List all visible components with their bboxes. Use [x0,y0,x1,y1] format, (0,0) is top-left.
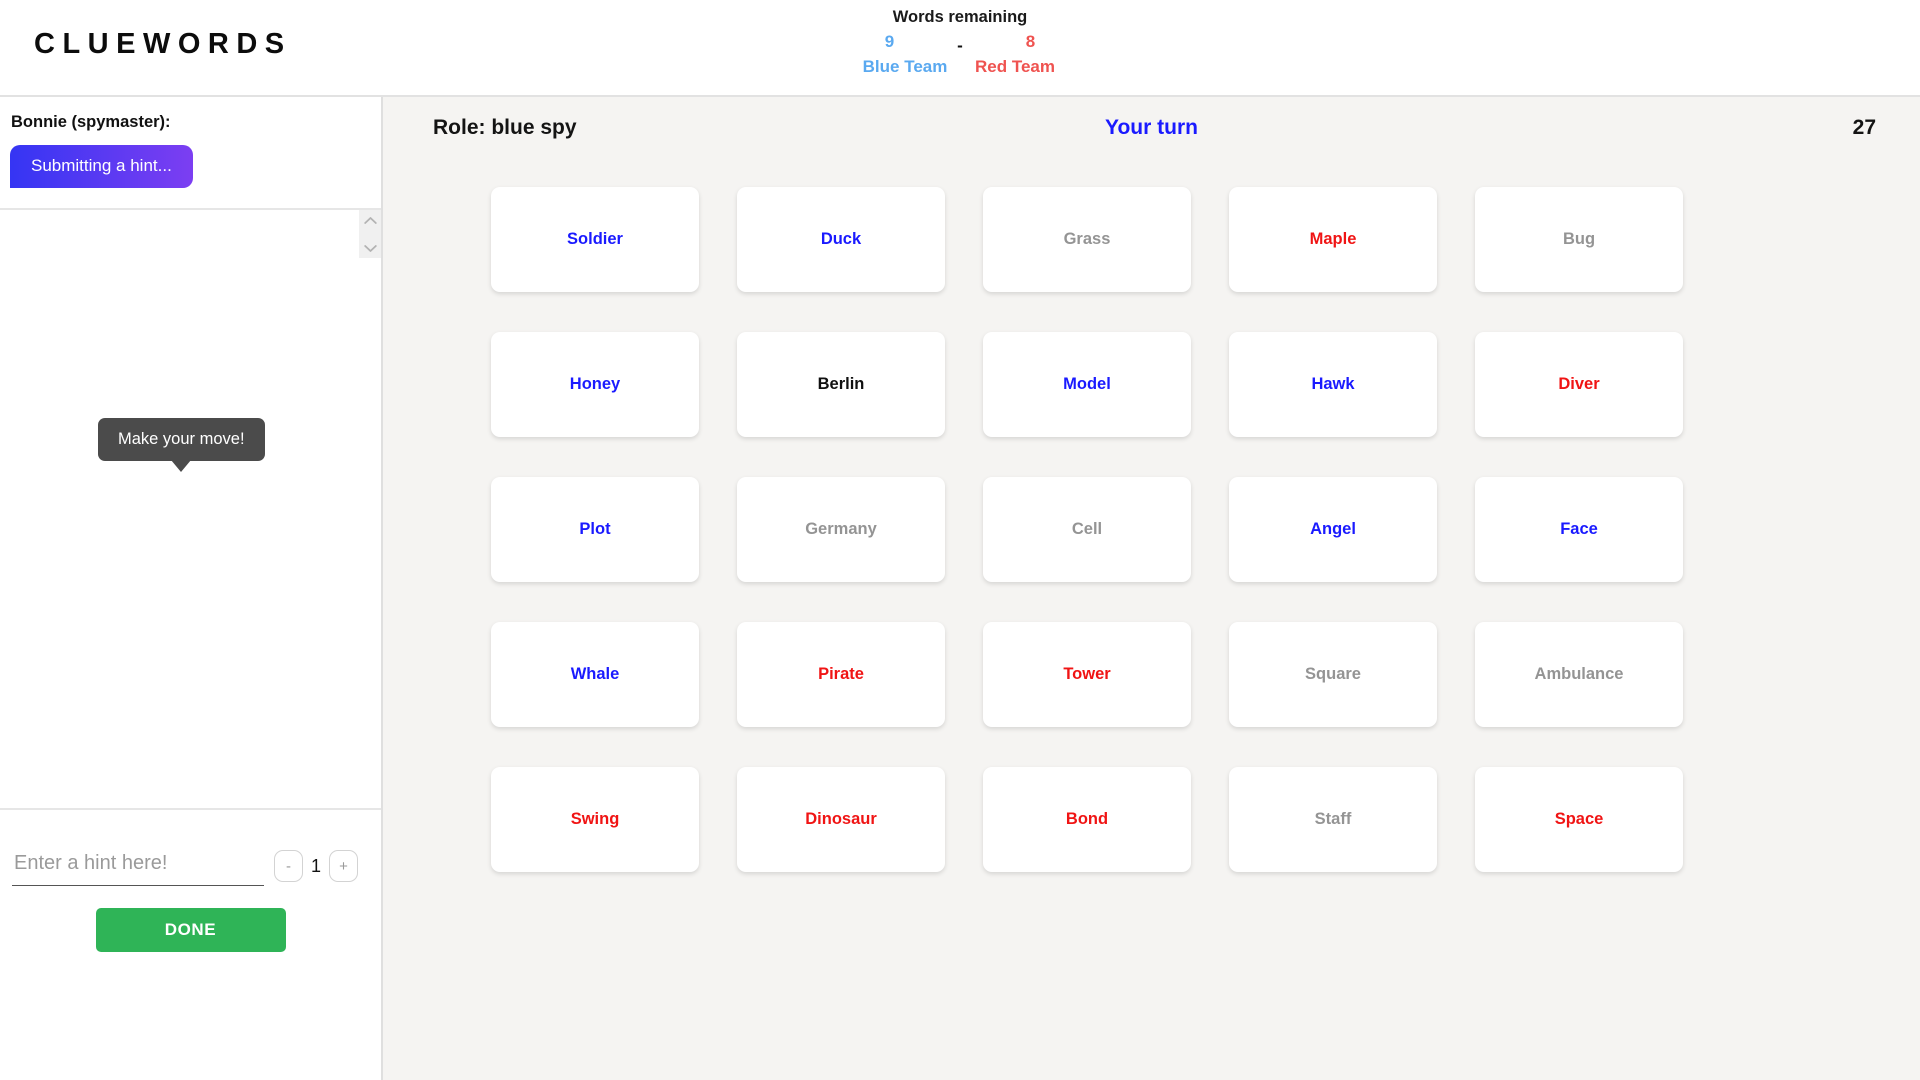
hint-panel: - 1 + DONE [0,808,381,1080]
word-card[interactable]: Maple [1229,187,1437,292]
app-header: CLUEWORDS Words remaining 9 - 8 Blue Tea… [0,0,1920,97]
blue-team-label: Blue Team [850,55,960,79]
chat-message-bubble: Submitting a hint... [10,145,193,188]
word-card[interactable]: Face [1475,477,1683,582]
sidebar: Bonnie (spymaster): Submitting a hint...… [0,97,383,1080]
word-card[interactable]: Plot [491,477,699,582]
word-card[interactable]: Berlin [737,332,945,437]
chevron-down-icon[interactable] [363,241,377,255]
score-separator: - [932,36,988,56]
make-your-move-tooltip-wrap: Make your move! [98,418,265,461]
clueword-app: CLUEWORDS Words remaining 9 - 8 Blue Tea… [0,0,1920,1080]
word-card[interactable]: Bond [983,767,1191,872]
word-card[interactable]: Grass [983,187,1191,292]
done-button[interactable]: DONE [96,908,286,952]
word-card[interactable]: Germany [737,477,945,582]
turn-indicator: Your turn [1105,116,1198,140]
word-card[interactable]: Soldier [491,187,699,292]
word-card[interactable]: Tower [983,622,1191,727]
word-card[interactable]: Staff [1229,767,1437,872]
scoreboard-title: Words remaining [750,6,1170,28]
player-role: Role: blue spy [433,116,577,140]
hint-count-value: 1 [303,856,329,877]
hint-increment-button[interactable]: + [329,850,358,882]
red-team-count: 8 [988,32,1073,52]
word-card[interactable]: Honey [491,332,699,437]
game-log-area: Make your move! [0,210,381,808]
scoreboard: Words remaining 9 - 8 Blue Team Red Team [750,6,1170,79]
red-team-label: Red Team [960,55,1070,79]
chat-panel: Bonnie (spymaster): Submitting a hint... [0,97,381,188]
make-your-move-tooltip: Make your move! [98,418,265,461]
word-card[interactable]: Dinosaur [737,767,945,872]
board-header: Role: blue spy Your turn 27 [383,97,1920,159]
word-card[interactable]: Hawk [1229,332,1437,437]
app-body: Bonnie (spymaster): Submitting a hint...… [0,97,1920,1080]
word-card[interactable]: Ambulance [1475,622,1683,727]
word-card-grid: Soldier Duck Grass Maple Bug Honey Berlin Model… [383,159,1920,872]
word-card[interactable]: Duck [737,187,945,292]
hint-count-stepper: - 1 + [274,850,358,882]
word-card[interactable]: Cell [983,477,1191,582]
app-logo: CLUEWORDS [34,28,292,61]
word-card[interactable]: Whale [491,622,699,727]
blue-team-count: 9 [847,32,932,52]
hint-input[interactable] [12,846,264,886]
hint-decrement-button[interactable]: - [274,850,303,882]
scoreboard-labels: Blue Team Red Team [750,55,1170,79]
word-card[interactable]: Diver [1475,332,1683,437]
scoreboard-counts: 9 - 8 [750,32,1170,52]
word-card[interactable]: Pirate [737,622,945,727]
game-board: Role: blue spy Your turn 27 Soldier Duck G… [383,97,1920,1080]
word-card[interactable]: Bug [1475,187,1683,292]
word-card[interactable]: Swing [491,767,699,872]
word-card[interactable]: Angel [1229,477,1437,582]
word-card[interactable]: Space [1475,767,1683,872]
turn-timer: 27 [1853,116,1876,140]
chat-author: Bonnie (spymaster): [11,113,371,132]
hint-row: - 1 + [0,846,381,886]
log-scrollbar[interactable] [359,210,381,258]
chevron-up-icon[interactable] [363,213,377,227]
word-card[interactable]: Square [1229,622,1437,727]
word-card[interactable]: Model [983,332,1191,437]
